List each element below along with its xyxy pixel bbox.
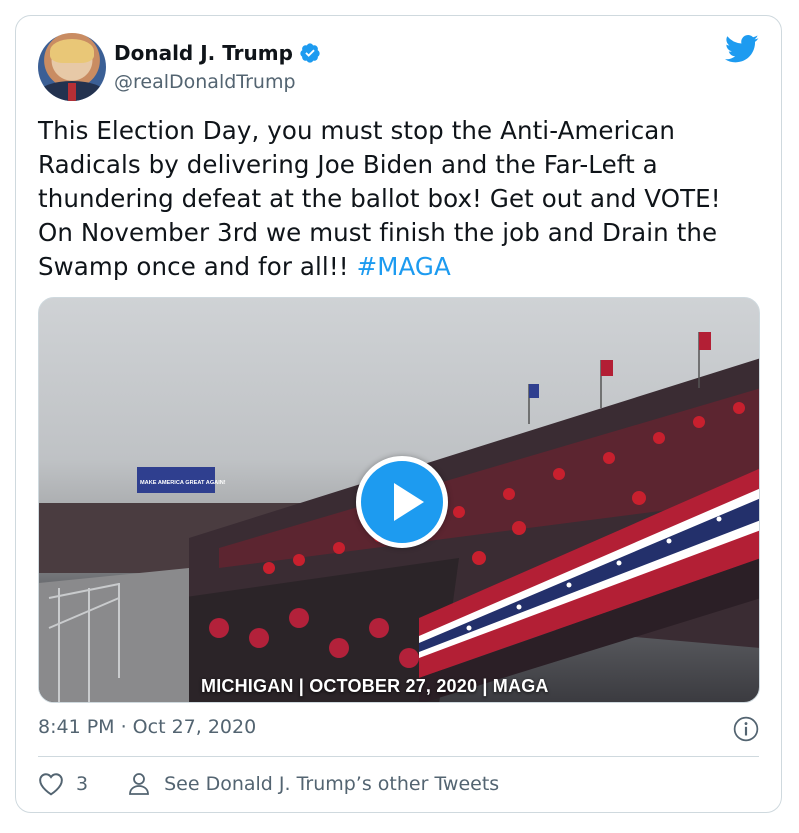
avatar-hair <box>50 39 94 63</box>
author-name[interactable]: Donald J. Trump <box>114 41 293 65</box>
heart-icon <box>39 773 63 796</box>
tweet-actions: 3 See Donald J. Trump’s other Tweets <box>38 772 499 796</box>
stage-banner-text: MAKE AMERICA GREAT AGAIN! <box>140 480 226 486</box>
verified-badge-icon <box>300 43 320 63</box>
info-icon[interactable] <box>733 716 759 742</box>
tweet-card[interactable]: Donald J. Trump @realDonaldTrump This El… <box>15 15 782 813</box>
tweet-timestamp[interactable]: 8:41 PM · Oct 27, 2020 <box>38 716 256 738</box>
author-info[interactable]: Donald J. Trump @realDonaldTrump <box>114 41 321 93</box>
tweet-text: This Election Day, you must stop the Ant… <box>38 114 758 284</box>
author-handle[interactable]: @realDonaldTrump <box>114 71 321 93</box>
person-icon <box>129 773 149 795</box>
divider <box>38 756 759 757</box>
like-button[interactable]: 3 <box>38 772 88 796</box>
see-other-tweets-link[interactable]: See Donald J. Trump’s other Tweets <box>128 772 499 796</box>
avatar[interactable] <box>38 33 106 101</box>
twitter-bird-icon[interactable] <box>725 34 759 64</box>
video-player[interactable]: MAKE AMERICA GREAT AGAIN! MICHIGAN | OCT… <box>38 297 760 703</box>
author-name-row: Donald J. Trump <box>114 41 321 65</box>
hashtag-link[interactable]: #MAGA <box>357 252 451 281</box>
video-caption: MICHIGAN | OCTOBER 27, 2020 | MAGA <box>201 676 549 696</box>
play-button[interactable] <box>356 456 448 548</box>
like-count: 3 <box>76 773 89 795</box>
see-other-tweets-label: See Donald J. Trump’s other Tweets <box>164 773 500 795</box>
avatar-tie <box>68 83 76 101</box>
